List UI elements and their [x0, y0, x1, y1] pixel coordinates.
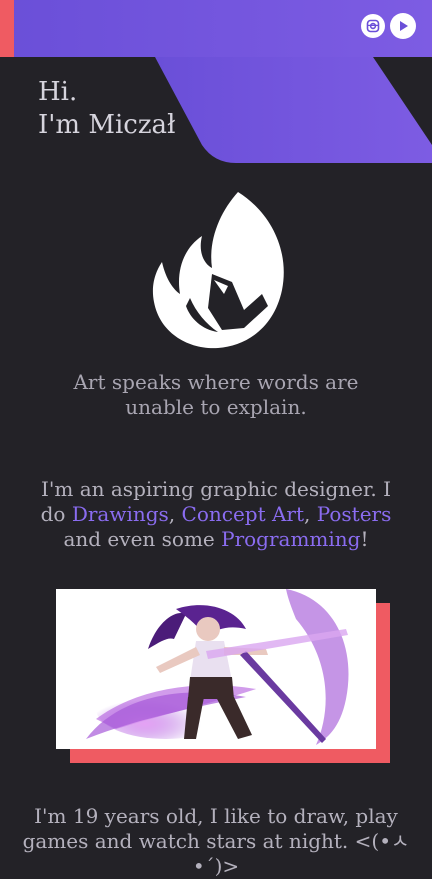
- concept-art-link[interactable]: Concept Art: [182, 502, 305, 526]
- intro-paragraph: I'm an aspiring graphic designer. I do D…: [30, 477, 402, 552]
- greeting-heading: Hi. I'm Miczał: [38, 76, 175, 142]
- drawings-link[interactable]: Drawings: [72, 502, 169, 526]
- posters-link[interactable]: Posters: [317, 502, 392, 526]
- intro-text-after: !: [360, 527, 369, 551]
- intro-sep-2: ,: [304, 502, 317, 526]
- tagline: Art speaks where words are unable to exp…: [73, 370, 359, 419]
- about-paragraph: I'm 19 years old, I like to draw, play g…: [22, 804, 410, 878]
- intro-text-mid: and even some: [63, 527, 222, 551]
- programming-link[interactable]: Programming: [221, 527, 360, 551]
- instagram-icon[interactable]: [361, 14, 385, 38]
- youtube-play-icon[interactable]: [390, 13, 416, 39]
- accent-strip: [0, 0, 14, 57]
- intro-sep-1: ,: [168, 502, 182, 526]
- artwork-image: [56, 589, 376, 749]
- fox-flame-logo: [152, 192, 284, 349]
- greeting-line-2: I'm Miczał: [38, 110, 176, 140]
- warrior-illustration: [86, 589, 349, 745]
- greeting-line-1: Hi.: [38, 77, 78, 107]
